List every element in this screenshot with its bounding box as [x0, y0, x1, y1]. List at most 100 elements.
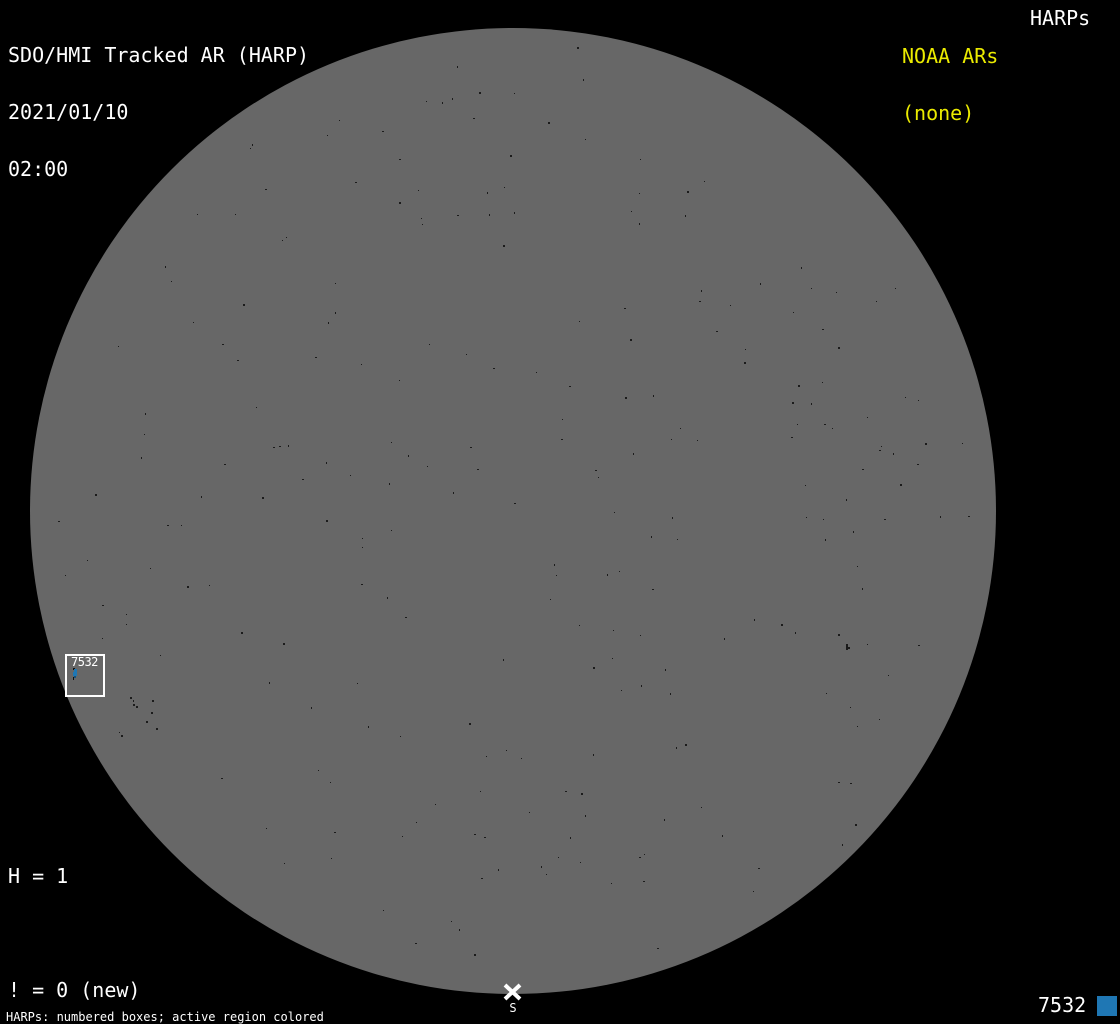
disk-speck	[917, 464, 919, 465]
disk-speck	[826, 693, 827, 694]
disk-speck	[722, 835, 723, 837]
disk-speck	[470, 447, 472, 448]
disk-speck	[862, 469, 864, 470]
disk-speck	[167, 525, 169, 526]
disk-speck	[288, 445, 289, 447]
disk-speck	[577, 47, 579, 49]
disk-speck	[156, 728, 158, 730]
harps-label: HARPs	[1030, 6, 1091, 30]
disk-speck	[514, 503, 516, 504]
disk-speck	[579, 625, 580, 626]
disk-speck	[791, 437, 793, 438]
disk-speck	[269, 682, 270, 684]
disk-speck	[171, 281, 172, 282]
disk-speck	[262, 497, 264, 499]
disk-speck	[357, 683, 358, 684]
disk-speck	[653, 395, 654, 397]
disk-speck	[477, 469, 479, 470]
disk-speck	[724, 638, 725, 640]
disk-speck	[687, 191, 689, 193]
disk-speck	[408, 455, 409, 457]
disk-speck	[701, 290, 702, 292]
disk-speck	[126, 624, 127, 625]
disk-speck	[593, 754, 594, 756]
disk-speck	[832, 428, 833, 429]
disk-speck	[510, 155, 512, 157]
disk-speck	[451, 921, 452, 922]
disk-speck	[160, 655, 161, 656]
disk-speck	[639, 223, 640, 225]
disk-speck	[665, 669, 666, 671]
disk-speck	[506, 750, 507, 751]
disk-speck	[884, 519, 886, 520]
disk-speck	[842, 844, 843, 846]
disk-speck	[391, 442, 392, 443]
disk-speck	[315, 357, 317, 358]
disk-speck	[641, 685, 642, 687]
disk-speck	[561, 439, 563, 440]
date-label: 2021/01/10	[8, 100, 129, 124]
disk-speck	[968, 516, 970, 517]
disk-speck	[193, 322, 194, 323]
disk-speck	[825, 539, 826, 541]
disk-speck	[838, 634, 840, 636]
disk-speck	[753, 891, 754, 892]
disk-speck	[879, 719, 880, 720]
disk-speck	[273, 447, 275, 448]
disk-speck	[486, 756, 487, 757]
title-block: SDO/HMI Tracked AR (HARP) 2021/01/10 02:…	[8, 8, 309, 217]
disk-speck	[457, 215, 459, 216]
noaa-ars-block: NOAA ARs (none)	[902, 9, 998, 161]
disk-speck	[150, 568, 151, 569]
disk-speck	[867, 417, 868, 418]
disk-speck	[282, 240, 283, 241]
disk-speck	[888, 675, 889, 676]
disk-speck	[704, 181, 705, 182]
disk-speck	[550, 599, 551, 600]
harp-count-line: H = 1	[8, 864, 69, 888]
disk-speck	[118, 346, 119, 347]
south-label: S	[509, 1001, 517, 1015]
footer-captions: HARPs: numbered boxes; active region col…	[6, 990, 425, 1024]
disk-speck	[850, 707, 851, 708]
disk-speck	[466, 354, 467, 355]
disk-speck	[133, 704, 135, 706]
disk-speck	[514, 93, 515, 94]
disk-speck	[633, 453, 634, 455]
disk-speck	[558, 857, 559, 858]
disk-speck	[350, 475, 351, 476]
disk-speck	[664, 819, 665, 821]
disk-speck	[607, 574, 608, 576]
disk-speck	[459, 929, 460, 931]
disk-speck	[521, 758, 522, 759]
disk-speck	[237, 360, 239, 361]
disk-speck	[473, 118, 475, 119]
disk-speck	[745, 349, 746, 350]
disk-speck	[58, 521, 60, 522]
disk-speck	[126, 614, 127, 615]
disk-speck	[744, 362, 746, 364]
disk-speck	[87, 560, 88, 561]
disk-speck	[327, 135, 328, 136]
disk-speck	[382, 131, 384, 132]
disk-speck	[569, 386, 571, 387]
disk-speck	[311, 707, 312, 709]
disk-speck	[427, 466, 428, 467]
disk-speck	[145, 413, 146, 415]
disk-speck	[598, 477, 599, 478]
disk-speck	[133, 700, 134, 702]
disk-speck	[503, 245, 505, 247]
disk-speck	[484, 837, 486, 838]
disk-speck	[611, 883, 612, 884]
disk-speck	[900, 484, 902, 486]
disk-speck	[670, 693, 671, 695]
page-title: SDO/HMI Tracked AR (HARP)	[8, 43, 310, 67]
disk-speck	[487, 192, 488, 194]
disk-speck	[453, 492, 454, 494]
disk-speck	[121, 735, 123, 737]
disk-speck	[529, 812, 530, 813]
disk-speck	[672, 517, 673, 519]
disk-speck	[481, 878, 483, 879]
disk-speck	[822, 382, 823, 383]
disk-speck	[716, 331, 718, 332]
